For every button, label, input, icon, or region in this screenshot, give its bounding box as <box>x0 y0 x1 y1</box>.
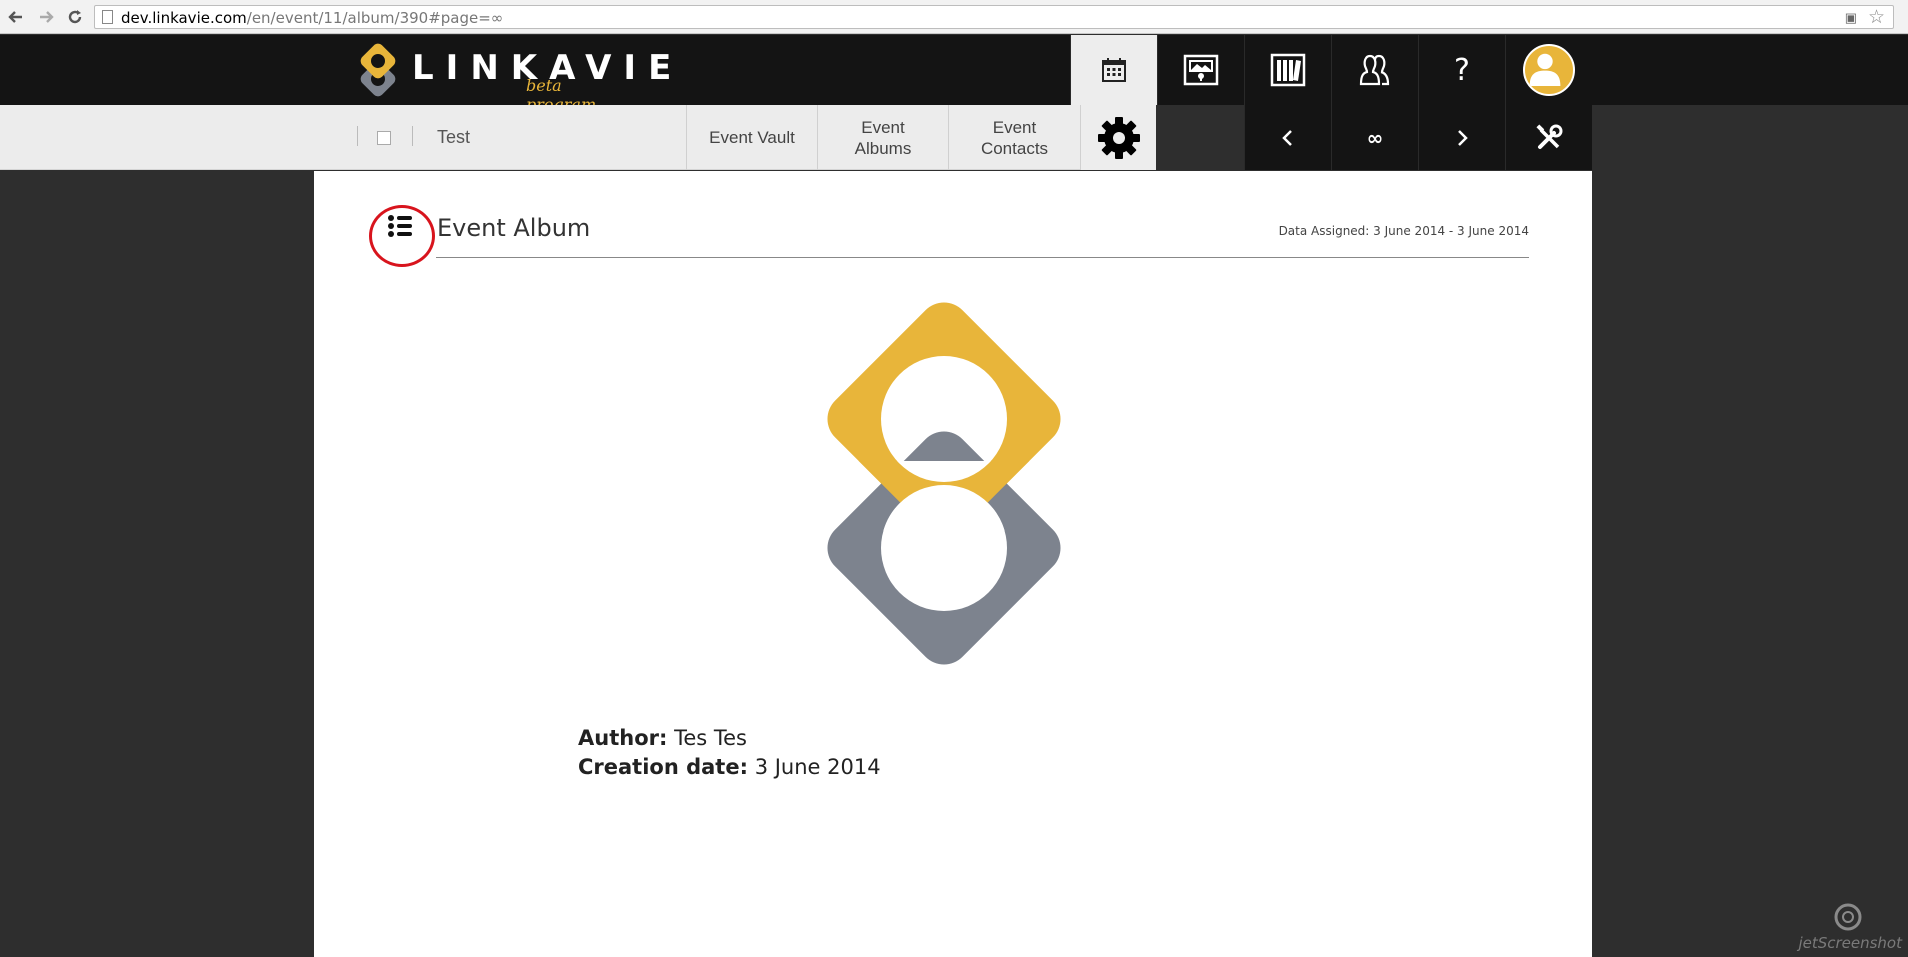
tab-event-albums-line2: Albums <box>854 138 912 158</box>
tab-event-vault[interactable]: Event Vault <box>686 105 817 170</box>
page-title: Event Album <box>437 214 591 242</box>
translate-icon[interactable]: ▣ <box>1845 10 1857 26</box>
reload-icon[interactable] <box>63 5 87 29</box>
tab-event-contacts-line1: Event <box>992 117 1037 137</box>
chevron-left-icon <box>1282 129 1292 146</box>
calendar-nav-button[interactable] <box>1070 35 1157 105</box>
event-image <box>377 131 391 145</box>
vault-nav-button[interactable] <box>1157 35 1244 105</box>
next-page-button[interactable] <box>1418 105 1505 170</box>
tab-event-contacts-line2: Contacts <box>980 138 1049 158</box>
top-icon-nav: ? <box>1070 35 1592 105</box>
tab-event-contacts[interactable]: Event Contacts <box>948 105 1080 170</box>
url-host: dev.linkavie.com <box>121 9 247 27</box>
address-bar[interactable]: dev.linkavie.com/en/event/11/album/390#p… <box>94 5 1894 29</box>
avatar <box>1523 44 1575 96</box>
album-list-toggle[interactable] <box>381 207 419 245</box>
divider <box>412 126 413 146</box>
creation-date-row: Creation date: 3 June 2014 <box>578 753 881 782</box>
page-indicator[interactable]: ∞ <box>1331 105 1418 170</box>
list-icon <box>388 215 412 237</box>
creation-date-value: 3 June 2014 <box>754 755 881 779</box>
title-divider <box>436 257 1529 258</box>
divider <box>357 126 358 146</box>
event-name: Test <box>437 127 471 147</box>
url-path: /en/event/11/album/390#page=∞ <box>246 9 504 27</box>
creation-date-label: Creation date: <box>578 755 748 779</box>
tools-button[interactable] <box>1505 105 1592 170</box>
profile-nav-button[interactable] <box>1505 35 1592 105</box>
archive-nav-button[interactable] <box>1244 35 1331 105</box>
watermark-text: jetScreenshot <box>1798 934 1902 952</box>
logo-mark-icon <box>360 43 396 97</box>
author-value: Tes Tes <box>674 726 747 750</box>
event-settings-button[interactable] <box>1080 105 1156 170</box>
browser-toolbar: dev.linkavie.com/en/event/11/album/390#p… <box>0 0 1908 34</box>
help-nav-button[interactable]: ? <box>1418 35 1505 105</box>
contacts-icon <box>1359 54 1390 86</box>
site-header <box>0 35 1908 105</box>
album-meta: Author: Tes Tes Creation date: 3 June 20… <box>578 724 881 782</box>
previous-page-button[interactable] <box>1244 105 1331 170</box>
url-text: dev.linkavie.com/en/event/11/album/390#p… <box>121 9 503 27</box>
album-content: Event Album Data Assigned: 3 June 2014 -… <box>314 171 1592 957</box>
page-indicator-value: ∞ <box>1366 125 1384 150</box>
calendar-icon <box>1102 58 1126 82</box>
tab-event-albums[interactable]: Event Albums <box>817 105 948 170</box>
linkavie-logo[interactable]: LINKAVIE beta program <box>356 38 671 114</box>
chevron-right-icon <box>1458 129 1468 146</box>
archive-icon <box>1270 53 1306 87</box>
camera-shutter-icon <box>1834 903 1862 931</box>
tools-icon <box>1536 123 1563 149</box>
data-assigned: Data Assigned: 3 June 2014 - 3 June 2014 <box>1278 224 1529 238</box>
vault-icon <box>1183 54 1219 86</box>
album-cover-logo <box>827 302 1061 665</box>
author-label: Author: <box>578 726 668 750</box>
user-silhouette-icon <box>1529 53 1561 86</box>
tab-event-vault-label: Event Vault <box>709 128 795 147</box>
author-row: Author: Tes Tes <box>578 724 881 753</box>
page-icon <box>102 10 113 24</box>
gear-icon <box>1097 116 1140 159</box>
bookmark-star-icon[interactable]: ☆ <box>1868 6 1885 29</box>
contacts-nav-button[interactable] <box>1331 35 1418 105</box>
help-icon: ? <box>1454 52 1470 88</box>
watermark: jetScreenshot <box>1792 902 1902 954</box>
tab-event-albums-line1: Event <box>861 117 905 137</box>
back-icon[interactable] <box>4 5 28 29</box>
forward-icon[interactable] <box>34 5 58 29</box>
